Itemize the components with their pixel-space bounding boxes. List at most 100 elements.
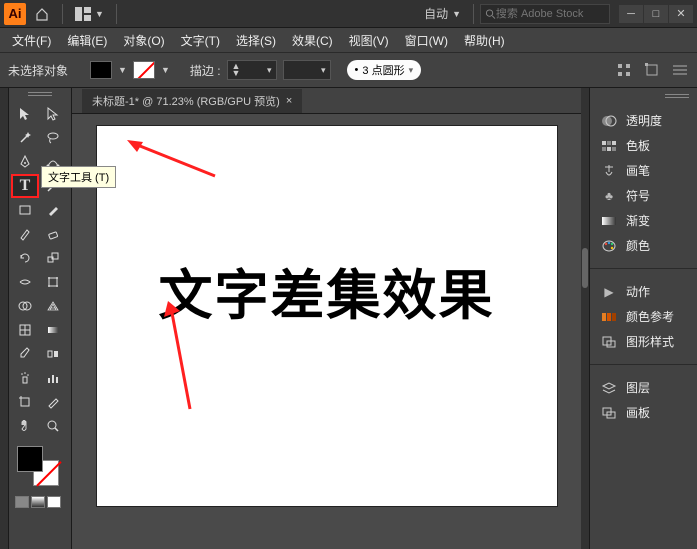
brush-style-label: 3 点圆形 (362, 62, 404, 78)
fill-stroke-picker[interactable] (11, 444, 69, 494)
slice-tool[interactable] (39, 390, 67, 414)
panel-color-guide[interactable]: 颜色参考 (590, 304, 697, 329)
brushes-icon (600, 163, 618, 179)
transparency-icon (600, 113, 618, 129)
perspective-grid-tool[interactable] (39, 294, 67, 318)
panel-transparency[interactable]: 透明度 (590, 108, 697, 133)
document-tab-title: 未标题-1* @ 71.23% (RGB/GPU 预览) (92, 93, 280, 109)
annotation-arrow-icon (162, 301, 202, 411)
stroke-label: 描边 : (190, 62, 221, 79)
align-panel-icon[interactable] (615, 61, 633, 79)
scrollbar-thumb[interactable] (582, 248, 588, 288)
shape-builder-tool[interactable] (11, 294, 39, 318)
graphic-styles-icon (600, 334, 618, 350)
foreground-color[interactable] (17, 446, 43, 472)
canvas[interactable]: 文字差集效果 (97, 126, 557, 506)
chevron-down-icon: ▼ (95, 9, 104, 19)
chevron-down-icon[interactable]: ▼ (161, 65, 170, 75)
hand-tool[interactable] (11, 414, 39, 438)
paintbrush-tool[interactable] (39, 198, 67, 222)
search-icon (485, 8, 496, 20)
transform-panel-icon[interactable] (643, 61, 661, 79)
layers-icon (600, 380, 618, 396)
menu-file[interactable]: 文件(F) (4, 32, 59, 49)
pen-tool[interactable] (11, 150, 39, 174)
gradient-icon (600, 213, 618, 229)
stroke-swatch[interactable] (133, 61, 155, 79)
panel-layers[interactable]: 图层 (590, 375, 697, 400)
close-button[interactable]: ✕ (669, 5, 693, 23)
scrollbar[interactable] (581, 88, 589, 549)
menu-help[interactable]: 帮助(H) (456, 32, 513, 49)
toolbox: T (8, 88, 72, 549)
width-tool[interactable] (11, 270, 39, 294)
menu-window[interactable]: 窗口(W) (397, 32, 456, 49)
panel-brushes[interactable]: 画笔 (590, 158, 697, 183)
shaper-tool[interactable] (11, 222, 39, 246)
symbol-sprayer-tool[interactable] (11, 366, 39, 390)
symbols-icon: ♣ (600, 188, 618, 204)
free-transform-tool[interactable] (39, 270, 67, 294)
swatches-icon (600, 138, 618, 154)
menu-select[interactable]: 选择(S) (228, 32, 284, 49)
menu-effect[interactable]: 效果(C) (284, 32, 341, 49)
menu-type[interactable]: 文字(T) (173, 32, 228, 49)
gradient-tool[interactable] (39, 318, 67, 342)
panel-gradient[interactable]: 渐变 (590, 208, 697, 233)
close-tab-icon[interactable]: × (286, 95, 292, 107)
minimize-button[interactable]: ─ (619, 5, 643, 23)
zoom-tool[interactable] (39, 414, 67, 438)
fill-swatch[interactable] (90, 61, 112, 79)
magic-wand-tool[interactable] (11, 126, 39, 150)
workspace-label: 自动 (424, 5, 448, 22)
eyedropper-tool[interactable] (11, 342, 39, 366)
document-tab[interactable]: 未标题-1* @ 71.23% (RGB/GPU 预览) × (82, 89, 302, 113)
chevron-down-icon[interactable]: ▼ (118, 65, 127, 75)
eraser-tool[interactable] (39, 222, 67, 246)
type-tool-tooltip: 文字工具 (T) (41, 166, 116, 188)
menu-object[interactable]: 对象(O) (115, 32, 172, 49)
artboards-icon (600, 405, 618, 421)
scale-tool[interactable] (39, 246, 67, 270)
lasso-tool[interactable] (39, 126, 67, 150)
selection-tool[interactable] (11, 102, 39, 126)
panel-dock: 透明度 色板 画笔 ♣符号 渐变 颜色 ▶动作 颜色参考 图形样式 图层 画板 (589, 88, 697, 549)
mesh-tool[interactable] (11, 318, 39, 342)
annotation-arrow-icon (127, 138, 217, 178)
selection-status: 未选择对象 (8, 62, 68, 79)
panel-actions[interactable]: ▶动作 (590, 279, 697, 304)
search-input[interactable] (496, 8, 605, 20)
color-guide-icon (600, 309, 618, 325)
brush-dot-icon: • (355, 64, 359, 76)
column-graph-tool[interactable] (39, 366, 67, 390)
gradient-mode-icon[interactable] (31, 496, 45, 508)
artboard-tool[interactable] (11, 390, 39, 414)
brush-definition[interactable]: • 3 点圆形 ▾ (347, 60, 422, 80)
panel-artboards[interactable]: 画板 (590, 400, 697, 425)
search-box[interactable] (480, 4, 610, 24)
panel-color[interactable]: 颜色 (590, 233, 697, 258)
stroke-weight-input[interactable]: ▲▼ ▾ (227, 60, 277, 80)
blend-tool[interactable] (39, 342, 67, 366)
actions-icon: ▶ (600, 284, 618, 300)
app-logo: Ai (4, 3, 26, 25)
type-tool[interactable]: T (11, 174, 39, 198)
color-icon (600, 238, 618, 254)
workspace-switcher[interactable]: 自动 ▼ (418, 5, 467, 22)
menu-edit[interactable]: 编辑(E) (59, 32, 115, 49)
none-mode-icon[interactable] (47, 496, 61, 508)
direct-selection-tool[interactable] (39, 102, 67, 126)
panel-graphic-styles[interactable]: 图形样式 (590, 329, 697, 354)
panel-menu-icon[interactable] (671, 61, 689, 79)
maximize-button[interactable]: □ (644, 5, 668, 23)
menu-view[interactable]: 视图(V) (341, 32, 397, 49)
color-mode-icon[interactable] (15, 496, 29, 508)
rotate-tool[interactable] (11, 246, 39, 270)
panel-symbols[interactable]: ♣符号 (590, 183, 697, 208)
home-icon[interactable] (28, 3, 56, 25)
rectangle-tool[interactable] (11, 198, 39, 222)
chevron-down-icon: ▼ (452, 9, 461, 19)
panel-swatches[interactable]: 色板 (590, 133, 697, 158)
variable-width-profile[interactable]: ▾ (283, 60, 331, 80)
arrange-documents-button[interactable]: ▼ (69, 7, 110, 21)
